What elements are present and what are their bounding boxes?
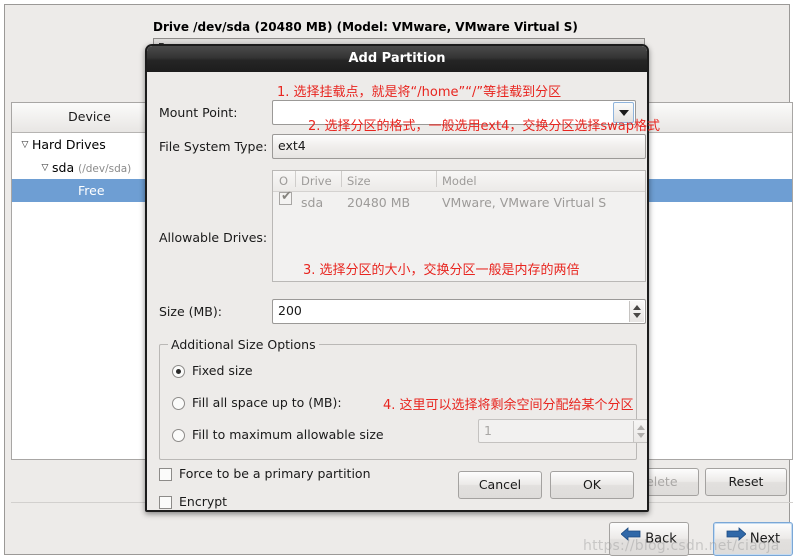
size-stepper[interactable] [629,301,644,322]
file-system-type-label: File System Type: [159,139,268,154]
chevron-down-icon[interactable] [613,102,634,123]
radio-icon[interactable] [172,429,185,442]
radio-label: Fill to maximum allowable size [192,427,384,442]
radio-fill-maximum[interactable]: Fill to maximum allowable size [172,427,384,442]
cancel-button[interactable]: Cancel [458,471,542,499]
ok-button[interactable]: OK [550,471,634,499]
tree-row-label: Hard Drives [32,137,106,152]
file-system-type-combobox[interactable]: ext4 [272,134,646,159]
checkbox-label: Force to be a primary partition [179,466,371,481]
column-separator [436,171,437,187]
mount-point-label: Mount Point: [159,105,238,120]
fill-space-stepper[interactable] [633,421,647,442]
screen: Drive /dev/sda (20480 MB) (Model: VMware… [0,0,794,559]
fill-space-value: 1 [484,423,492,438]
column-header-model: Model [442,174,477,188]
tree-indent: ▽ Hard Drives [12,137,106,152]
tree-indent: Free [12,183,105,198]
checkbox-icon[interactable] [159,496,172,509]
column-separator [295,171,296,187]
dialog-title: Add Partition [147,46,647,72]
tree-row-label: sda [52,160,75,175]
fill-space-input[interactable]: 1 [478,419,647,443]
chevron-down-icon[interactable]: ▽ [38,157,52,180]
allowable-drives-label: Allowable Drives: [159,230,268,245]
drive-checkbox[interactable]: ✔ [279,189,292,205]
chevron-down-glyph [618,109,629,116]
reset-button[interactable]: Reset [705,468,787,496]
mount-point-combobox[interactable] [272,100,636,125]
radio-icon[interactable] [172,397,185,410]
cell-size: 20480 MB [347,195,411,210]
column-separator [341,171,342,187]
tree-indent: ▽ sda (/dev/sda) [12,160,132,175]
radio-icon[interactable] [172,365,185,378]
checkbox-encrypt[interactable]: Encrypt [159,494,227,509]
add-partition-dialog: Add Partition Mount Point: File System T… [145,44,649,512]
radio-fixed-size[interactable]: Fixed size [172,363,253,378]
checkbox-label: Encrypt [179,494,228,509]
cell-drive: sda [301,195,324,210]
watermark-text: https://blog.csdn.net/ciaoja [583,538,780,554]
radio-fill-all-space[interactable]: Fill all space up to (MB): [172,395,342,410]
drive-title: Drive /dev/sda (20480 MB) (Model: VMware… [153,20,578,34]
size-value: 200 [278,303,302,318]
radio-label: Fill all space up to (MB): [192,395,342,410]
column-header-drive: Drive [301,174,332,188]
chevron-down-icon[interactable]: ▽ [18,134,32,157]
tree-row-label: Free [78,183,105,198]
column-header-size: Size [347,174,371,188]
radio-label: Fixed size [192,363,253,378]
drives-table-header: O Drive Size Model [273,171,645,192]
checkbox-icon[interactable] [159,468,172,481]
stepper-down-icon[interactable] [633,313,641,318]
stepper-up-icon[interactable] [637,425,645,430]
column-header-device: Device [68,109,111,124]
table-row[interactable]: ✔ sda 20480 MB VMware, VMware Virtual S [273,189,645,214]
cell-model: VMware, VMware Virtual S [442,195,607,210]
allowable-drives-table[interactable]: O Drive Size Model ✔ sda 20480 MB VMware… [272,170,646,282]
size-mb-label: Size (MB): [159,304,222,319]
additional-size-options-group: Additional Size Options Fixed size Fill … [159,337,647,460]
stepper-up-icon[interactable] [633,305,641,310]
dialog-body: Mount Point: File System Type: ext4 Allo… [147,72,647,510]
tree-row-detail: (/dev/sda) [78,163,132,175]
group-title: Additional Size Options [168,337,319,352]
file-system-type-value: ext4 [278,138,306,153]
column-header-check: O [279,174,289,188]
size-input[interactable]: 200 [272,299,646,324]
stepper-down-icon[interactable] [637,433,645,438]
check-icon: ✔ [281,189,292,204]
checkbox-force-primary[interactable]: Force to be a primary partition [159,466,371,481]
